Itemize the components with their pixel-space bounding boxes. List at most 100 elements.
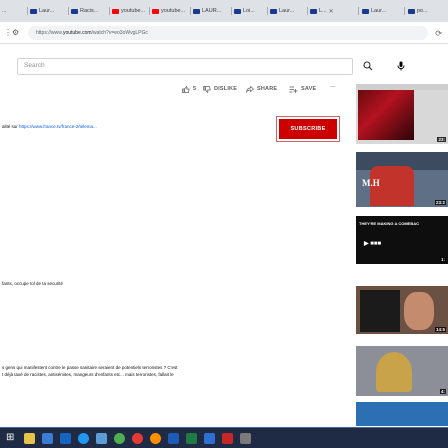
excel-icon[interactable] bbox=[186, 433, 197, 444]
tab-divider bbox=[307, 7, 308, 15]
thumbnail-figure bbox=[376, 352, 412, 392]
save-button[interactable]: SAVE bbox=[289, 84, 316, 94]
tab-label: ... bbox=[2, 8, 7, 14]
thumbnail-caption: THEY'RE MAKING A COMEBAC bbox=[359, 221, 419, 226]
tab-label: Racis... bbox=[80, 8, 99, 14]
word-icon[interactable] bbox=[168, 433, 179, 444]
more-actions-button[interactable]: ... bbox=[330, 82, 336, 89]
recommended-video-thumbnail[interactable]: 23: bbox=[356, 84, 448, 144]
thumbnail-face bbox=[404, 292, 434, 330]
browser-tab[interactable]: ... bbox=[2, 5, 7, 17]
description-line: s gens qui manifestent contre le passe s… bbox=[2, 365, 178, 370]
tab-divider bbox=[404, 7, 405, 15]
dislike-button[interactable]: DISLIKE bbox=[203, 84, 237, 94]
chrome-icon[interactable] bbox=[114, 433, 125, 444]
tab-divider bbox=[27, 7, 28, 15]
dislike-label: DISLIKE bbox=[214, 86, 238, 92]
duration-badge: 23: bbox=[437, 137, 446, 142]
browser-tab[interactable]: Racis... bbox=[71, 5, 98, 17]
browser-tab[interactable]: Laur... bbox=[362, 5, 386, 17]
description-link[interactable]: https://www.france.tv/france-2/telema... bbox=[19, 124, 97, 129]
recommended-video-thumbnail[interactable]: 14:5 bbox=[356, 286, 448, 334]
url-text[interactable]: https://www.youtube.com/watch?v=eo3oWvgL… bbox=[36, 30, 148, 36]
firefox-icon[interactable] bbox=[150, 433, 161, 444]
opera-icon[interactable] bbox=[132, 433, 143, 444]
tab-divider bbox=[267, 7, 268, 15]
close-icon[interactable]: ✕ bbox=[329, 8, 334, 15]
search-icon bbox=[363, 61, 373, 71]
tab-label: Laur... bbox=[371, 8, 387, 14]
description-line: fants, occupe tol de ta securité bbox=[2, 281, 64, 286]
recommended-video-thumbnail[interactable]: THEY'RE MAKING A COMEBAC ▶ ■■■ 1: bbox=[356, 216, 448, 264]
duration-badge: 23:2 bbox=[434, 200, 446, 205]
browser-tab[interactable]: Laur... bbox=[270, 5, 294, 17]
tab-label: youtube... bbox=[161, 8, 186, 14]
tab-divider bbox=[358, 7, 359, 15]
share-label: SHARE bbox=[257, 86, 278, 92]
onedrive-icon[interactable] bbox=[204, 433, 215, 444]
store-icon[interactable] bbox=[42, 433, 53, 444]
browser-tab-active[interactable]: L... ✕ bbox=[310, 5, 334, 17]
thumbs-down-icon bbox=[203, 85, 211, 93]
settings-icon[interactable] bbox=[240, 433, 251, 444]
search-button[interactable] bbox=[355, 57, 381, 75]
settings-icon[interactable]: ⚙ bbox=[12, 28, 19, 37]
microphone-icon bbox=[397, 61, 405, 71]
save-label: SAVE bbox=[301, 86, 317, 92]
page-icon bbox=[30, 8, 37, 14]
page-icon bbox=[362, 8, 369, 14]
url-path: /watch?v=eo3oWvgLPGc bbox=[91, 30, 148, 36]
tab-divider bbox=[190, 7, 191, 15]
page-icon bbox=[234, 8, 241, 14]
share-icon bbox=[246, 85, 254, 93]
extension-icon[interactable]: ⟳ bbox=[435, 29, 442, 38]
channel-logo: ▶ ■■■ bbox=[364, 241, 382, 247]
tab-label: po... bbox=[417, 8, 428, 14]
tab-label: Laur... bbox=[39, 8, 55, 14]
tab-divider bbox=[149, 7, 150, 15]
recommended-video-thumbnail[interactable]: 4: bbox=[356, 346, 448, 396]
duration-badge: 4: bbox=[439, 389, 446, 394]
url-scheme: https://www. bbox=[36, 30, 63, 36]
description-line: t déjà taxé de racistes, antisémites, ma… bbox=[2, 372, 174, 377]
duration-badge: 14:5 bbox=[434, 327, 446, 332]
browser-tab[interactable]: youtube... bbox=[152, 5, 185, 17]
url-host: youtube.com bbox=[62, 30, 92, 36]
search-placeholder: Search bbox=[24, 62, 45, 69]
tab-divider bbox=[68, 7, 69, 15]
page-icon bbox=[71, 8, 78, 14]
os-taskbar: ⊞ bbox=[0, 427, 448, 448]
windows-start-icon[interactable]: ⊞ bbox=[6, 432, 14, 443]
back-icon[interactable]: ⋮ bbox=[4, 28, 12, 37]
thumbnail-figure bbox=[360, 290, 400, 332]
file-explorer-icon[interactable] bbox=[24, 433, 35, 444]
like-count: 5 bbox=[193, 86, 197, 92]
tab-label: youtube... bbox=[121, 8, 146, 14]
recommended-video-thumbnail[interactable]: M.H 23:2 bbox=[356, 152, 448, 207]
tab-divider bbox=[109, 7, 110, 15]
edge-icon[interactable] bbox=[78, 433, 89, 444]
mail-icon[interactable] bbox=[60, 433, 71, 444]
subscribe-button[interactable]: SUBSCRIBE bbox=[279, 119, 337, 139]
share-button[interactable]: SHARE bbox=[246, 84, 277, 94]
voice-search-button[interactable] bbox=[392, 57, 410, 75]
page-icon bbox=[270, 8, 277, 14]
thumbnail-image bbox=[358, 90, 414, 140]
photos-icon[interactable] bbox=[96, 433, 107, 444]
page-icon bbox=[193, 8, 200, 14]
browser-tab[interactable]: Laur... bbox=[30, 5, 54, 17]
media-player-icon[interactable] bbox=[222, 433, 233, 444]
browser-tab[interactable]: Loi... bbox=[234, 5, 255, 17]
browser-tab[interactable]: LAUR... bbox=[193, 5, 221, 17]
tab-divider bbox=[231, 7, 232, 15]
page-icon bbox=[310, 8, 317, 14]
page-icon bbox=[408, 8, 415, 14]
browser-tab[interactable]: po... bbox=[408, 5, 428, 17]
tab-label: LAUR... bbox=[202, 8, 222, 14]
like-button[interactable]: 5 bbox=[182, 84, 196, 94]
thumbnail-caption: M.H bbox=[362, 178, 380, 188]
recommended-video-thumbnail[interactable] bbox=[356, 402, 448, 426]
search-input[interactable] bbox=[17, 58, 353, 75]
browser-tab-strip: ... Laur... Racis... youtube... youtube.… bbox=[0, 0, 448, 22]
browser-tab[interactable]: youtube... bbox=[112, 5, 145, 17]
